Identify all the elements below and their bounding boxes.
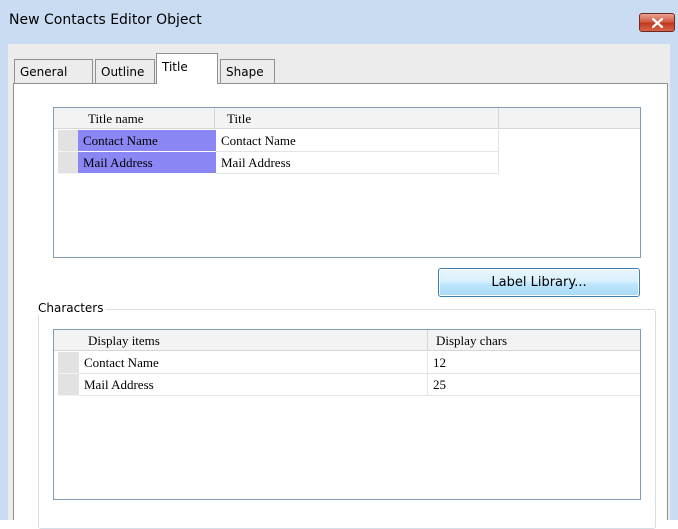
table-cell-title[interactable]: Contact Name (216, 130, 499, 152)
table-cell-display-item[interactable]: Contact Name (79, 352, 428, 374)
characters-grid[interactable]: Display items Display chars Contact Name… (53, 329, 641, 500)
column-header-filler (499, 108, 640, 129)
grid-corner (54, 330, 79, 351)
table-cell-title[interactable]: Mail Address (216, 152, 499, 174)
table-cell-title-name[interactable]: Contact Name (78, 130, 216, 152)
row-header[interactable] (58, 130, 78, 152)
dialog-window: New Contacts Editor Object General Outli… (0, 0, 678, 529)
label-library-button[interactable]: Label Library... (438, 268, 640, 297)
tab-shape[interactable]: Shape (220, 59, 275, 83)
column-header-display-items[interactable]: Display items (79, 330, 428, 351)
row-header[interactable] (58, 352, 79, 374)
close-icon (652, 18, 663, 28)
table-cell-title-name[interactable]: Mail Address (78, 152, 216, 174)
title-bar[interactable]: New Contacts Editor Object (0, 0, 678, 45)
column-header-title[interactable]: Title (215, 108, 499, 129)
row-header[interactable] (58, 374, 79, 396)
column-header-display-chars[interactable]: Display chars (428, 330, 640, 351)
table-cell-display-chars[interactable]: 25 (428, 374, 640, 396)
title-grid[interactable]: Title name Title Contact Name Contact Na… (53, 107, 641, 258)
characters-group-label: Characters (36, 301, 106, 315)
grid-corner (54, 108, 76, 129)
column-header-title-name[interactable]: Title name (76, 108, 215, 129)
close-button[interactable] (639, 13, 675, 32)
table-cell-display-item[interactable]: Mail Address (79, 374, 428, 396)
row-header[interactable] (58, 152, 78, 174)
tab-outline[interactable]: Outline (95, 59, 155, 83)
table-cell-display-chars[interactable]: 12 (428, 352, 640, 374)
window-title: New Contacts Editor Object (9, 12, 202, 28)
tab-title[interactable]: Title (156, 53, 218, 84)
tab-general[interactable]: General (14, 59, 93, 83)
